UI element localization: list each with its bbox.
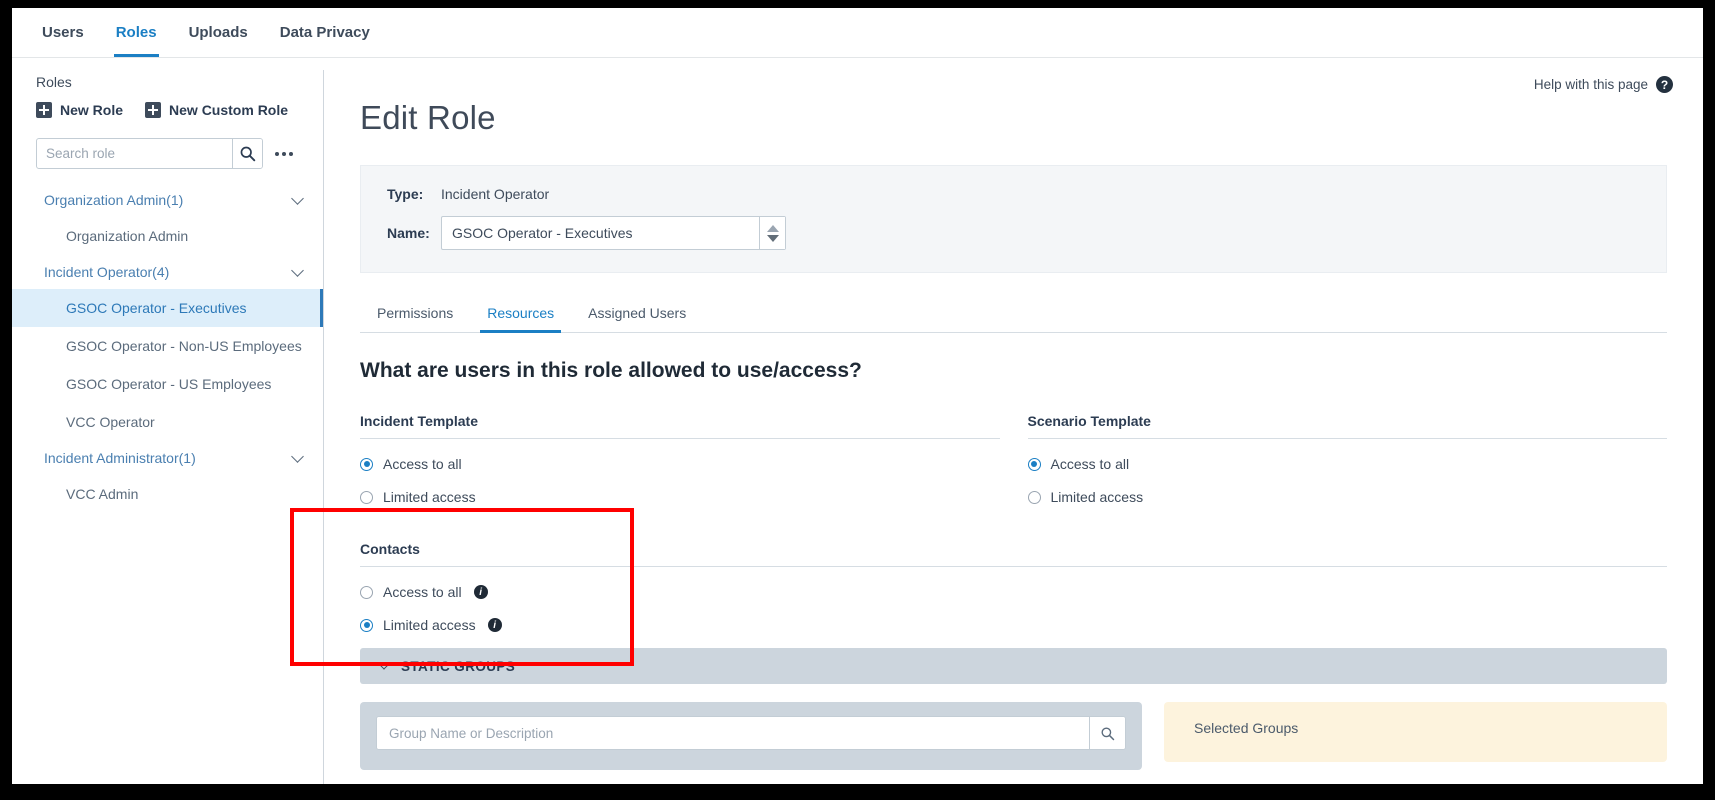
option-label: Limited access [383, 617, 476, 633]
template-columns: Incident Template Access to all Limited … [360, 413, 1667, 505]
plus-icon [145, 102, 162, 118]
group-search-panel [360, 702, 1142, 770]
role-name-field [441, 216, 786, 250]
chevron-down-icon [291, 263, 304, 277]
type-value: Incident Operator [441, 186, 550, 202]
contacts-access-to-all-option[interactable]: Access to all i [360, 584, 1667, 600]
section-question: What are users in this role allowed to u… [360, 359, 862, 382]
tab-users[interactable]: Users [26, 8, 100, 57]
tree-item-gsoc-operator-executives[interactable]: GSOC Operator - Executives [12, 289, 324, 327]
search-icon [1101, 727, 1115, 740]
contacts-limited-access-option[interactable]: Limited access i [360, 617, 1667, 633]
chevron-up-icon [766, 224, 779, 232]
help-label: Help with this page [1533, 77, 1648, 92]
search-role-input[interactable] [37, 139, 232, 168]
tab-permissions[interactable]: Permissions [360, 297, 470, 332]
scenario-template-column: Scenario Template Access to all Limited … [1027, 413, 1668, 505]
incident-limited-access-option[interactable]: Limited access [360, 489, 1000, 505]
sidebar-title: Roles [36, 74, 72, 90]
tab-data-privacy[interactable]: Data Privacy [264, 8, 386, 57]
help-with-page-link[interactable]: Help with this page ? [324, 58, 1703, 93]
roles-sidebar: Roles New Role New Custom Role Search ro… [12, 58, 324, 784]
new-custom-role-label: New Custom Role [169, 102, 289, 118]
selected-groups-label: Selected Groups [1194, 720, 1299, 736]
option-label: Access to all [383, 456, 462, 472]
sidebar-search-row [12, 138, 324, 169]
more-options-icon[interactable] [275, 151, 293, 156]
scenario-access-to-all-option[interactable]: Access to all [1027, 456, 1668, 472]
search-role-box [36, 138, 263, 169]
role-info-card: Type: Incident Operator Name: [360, 165, 1667, 273]
radio-icon [1027, 457, 1041, 471]
tab-roles[interactable]: Roles [100, 8, 173, 57]
name-row: Name: [387, 216, 1640, 250]
chevron-down-icon [291, 191, 304, 205]
option-label: Access to all [383, 584, 462, 600]
info-icon[interactable]: i [487, 618, 502, 632]
resource-tabs: Permissions Resources Assigned Users [360, 297, 1667, 333]
radio-icon [1027, 490, 1041, 504]
plus-icon [36, 102, 52, 118]
new-custom-role-button[interactable]: New Custom Role [145, 102, 288, 118]
tree-group-incident-administrator[interactable]: Incident Administrator(1) [12, 441, 324, 475]
chevron-down-icon [291, 449, 304, 463]
static-groups-label: STATIC GROUPS [401, 658, 516, 674]
chevron-down-icon [766, 234, 779, 242]
contacts-section: Contacts Access to all i Limited access … [360, 541, 1667, 684]
radio-icon [360, 618, 373, 632]
group-search-input[interactable] [377, 717, 1089, 749]
type-row: Type: Incident Operator [387, 186, 1640, 202]
new-role-button[interactable]: New Role [36, 102, 123, 118]
question-mark-icon: ? [1656, 76, 1673, 93]
tree-group-label: Incident Operator(4) [44, 264, 170, 280]
incident-template-column: Incident Template Access to all Limited … [360, 413, 1000, 505]
option-label: Limited access [383, 489, 476, 505]
app-window: Users Roles Uploads Data Privacy Roles N… [12, 8, 1703, 784]
top-navigation: Users Roles Uploads Data Privacy [12, 8, 1703, 58]
tree-item-gsoc-operator-us-employees[interactable]: GSOC Operator - US Employees [12, 365, 324, 403]
selected-groups-panel: Selected Groups [1164, 702, 1667, 762]
incident-access-to-all-option[interactable]: Access to all [360, 456, 1000, 472]
tree-group-incident-operator[interactable]: Incident Operator(4) [12, 255, 324, 289]
body-container: Roles New Role New Custom Role Search ro… [12, 58, 1703, 784]
name-label: Name: [387, 225, 430, 241]
roles-tree: Organization Admin(1) Organization Admin… [12, 183, 324, 513]
new-role-label: New Role [60, 102, 124, 118]
name-stepper[interactable] [759, 217, 785, 249]
incident-template-heading: Incident Template [360, 413, 1000, 439]
static-groups-accordion[interactable]: STATIC GROUPS [360, 648, 1667, 684]
scenario-limited-access-option[interactable]: Limited access [1027, 489, 1668, 505]
tree-group-label: Organization Admin(1) [44, 192, 184, 208]
tree-group-organization-admin[interactable]: Organization Admin(1) [12, 183, 324, 217]
search-icon [240, 146, 256, 162]
groups-panels: Selected Groups [360, 702, 1667, 770]
contacts-heading: Contacts [360, 541, 1667, 567]
tab-assigned-users[interactable]: Assigned Users [571, 297, 703, 332]
type-label: Type: [387, 186, 424, 202]
group-search-box [376, 716, 1126, 750]
tree-item-vcc-admin[interactable]: VCC Admin [12, 475, 324, 513]
option-label: Access to all [1050, 456, 1130, 472]
option-label: Limited access [1050, 489, 1144, 505]
tree-item-gsoc-operator-non-us-employees[interactable]: GSOC Operator - Non-US Employees [12, 327, 324, 365]
main-content: Help with this page ? Edit Role Type: In… [324, 58, 1703, 784]
scenario-template-heading: Scenario Template [1027, 413, 1667, 439]
tab-uploads[interactable]: Uploads [173, 8, 264, 57]
tree-item-organization-admin[interactable]: Organization Admin [12, 217, 324, 255]
tab-resources[interactable]: Resources [470, 297, 571, 333]
search-button[interactable] [232, 139, 262, 168]
tree-group-label: Incident Administrator(1) [44, 450, 196, 466]
tree-item-vcc-operator[interactable]: VCC Operator [12, 403, 324, 441]
chevron-down-icon [378, 658, 390, 670]
role-name-input[interactable] [442, 217, 759, 249]
page-title: Edit Role [360, 99, 496, 136]
group-search-button[interactable] [1089, 717, 1125, 749]
radio-icon [360, 490, 373, 504]
sidebar-actions: New Role New Custom Role [12, 102, 324, 118]
radio-icon [360, 457, 373, 471]
info-icon[interactable]: i [473, 585, 488, 599]
radio-icon [360, 585, 373, 599]
